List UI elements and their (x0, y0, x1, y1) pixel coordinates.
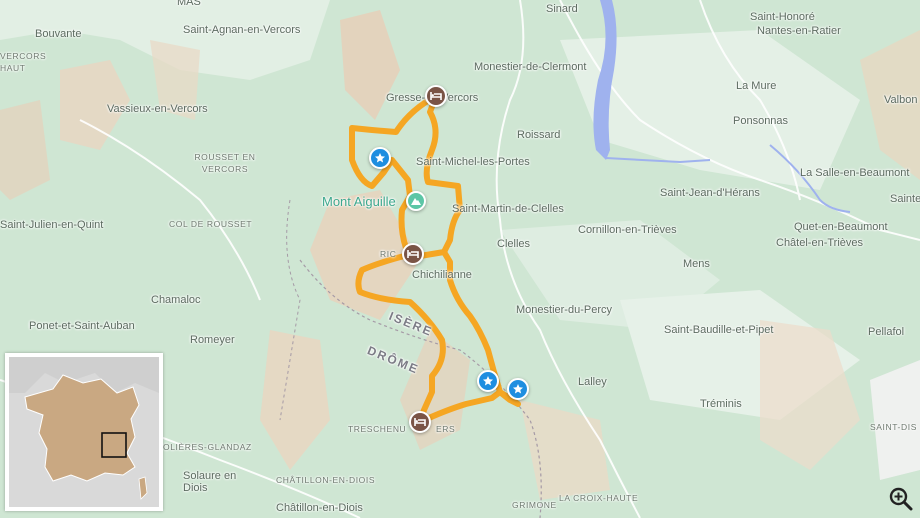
place-label: Nantes-en-Ratier (757, 25, 841, 37)
place-label: Saint-Michel-les-Portes (416, 156, 530, 168)
place-label: Solaure en Diois (183, 470, 237, 494)
place-label: Valbon (884, 94, 918, 106)
place-label: Clelles (497, 238, 531, 250)
region-label: SAINT-DIS (870, 422, 917, 432)
place-label: Quet-en-Beaumont (794, 221, 888, 233)
place-label: Saint-Agnan-en-Vercors (183, 24, 301, 36)
region-label: VERCORS HAUT (0, 51, 47, 73)
star-icon (513, 384, 523, 394)
highlight-marker-west[interactable] (369, 147, 391, 169)
place-label: Chamaloc (151, 294, 201, 306)
hotel-marker-richardiere[interactable] (402, 243, 424, 265)
region-label: LA CROIX-HAUTE (559, 493, 639, 503)
place-label: La Mure (736, 80, 777, 92)
place-label: Pellafol (868, 326, 905, 338)
highlight-marker-south-2[interactable] (507, 378, 529, 400)
place-label: Ponet-et-Saint-Auban (29, 320, 135, 332)
map-view[interactable]: MAS Sinard Bouvante Saint-Agnan-en-Verco… (0, 0, 920, 518)
place-label: Saint-Honoré (750, 11, 815, 23)
place-label: Roissard (517, 129, 561, 141)
place-label: ERS (436, 424, 456, 434)
place-label: Châtel-en-Trièves (776, 237, 864, 249)
place-label: TRESCHENU (348, 424, 407, 434)
highlight-marker-south-1[interactable] (477, 370, 499, 392)
bed-icon (430, 92, 442, 100)
region-label: CHÂTILLON-EN-DIOIS (276, 475, 376, 485)
region-label: OLIÈRES-GLANDAZ (163, 442, 252, 452)
star-icon (483, 376, 493, 386)
place-label: RIC (380, 249, 397, 259)
place-label: La Salle-en-Beaumont (800, 167, 910, 179)
peak-label: Mont Aiguille (322, 194, 396, 209)
place-label: Saint-Martin-de-Clelles (452, 203, 564, 215)
place-label: Chichilianne (412, 269, 472, 281)
bed-icon (414, 418, 426, 426)
place-label: Saint-Baudille-et-Pipet (664, 324, 774, 336)
zoom-in-icon (889, 487, 913, 511)
france-overview (9, 357, 159, 507)
place-label: Bouvante (35, 28, 82, 40)
region-label: ROUSSET EN VERCORS (194, 152, 256, 174)
place-label: MAS (177, 0, 201, 8)
region-label: COL DE ROUSSET (169, 219, 253, 229)
place-label: Tréminis (700, 398, 742, 410)
overview-inset-map[interactable] (5, 353, 163, 511)
bed-icon (407, 250, 419, 258)
place-label: Mens (683, 258, 710, 270)
place-label: Monestier-du-Percy (516, 304, 612, 316)
place-label: Sinard (546, 3, 578, 15)
mountain-icon (411, 198, 421, 205)
place-label: Châtillon-en-Diois (276, 502, 363, 514)
place-label: Saint-Julien-en-Quint (0, 219, 104, 231)
zoom-in-button[interactable] (886, 484, 916, 514)
region-label: GRIMONE (512, 500, 557, 510)
place-label: Ponsonnas (733, 115, 789, 127)
place-label: Cornillon-en-Trièves (578, 224, 677, 236)
place-label: Monestier-de-Clermont (474, 61, 587, 73)
place-label: Romeyer (190, 334, 235, 346)
star-icon (375, 153, 385, 163)
hotel-marker-gresse[interactable] (425, 85, 447, 107)
place-label: Lalley (578, 376, 607, 388)
place-label: Saint-Jean-d'Hérans (660, 187, 760, 199)
peak-marker-mont-aiguille[interactable] (406, 191, 426, 211)
hotel-marker-treschenu[interactable] (409, 411, 431, 433)
place-label: Sainte (890, 193, 920, 205)
place-label: Vassieux-en-Vercors (107, 103, 208, 115)
